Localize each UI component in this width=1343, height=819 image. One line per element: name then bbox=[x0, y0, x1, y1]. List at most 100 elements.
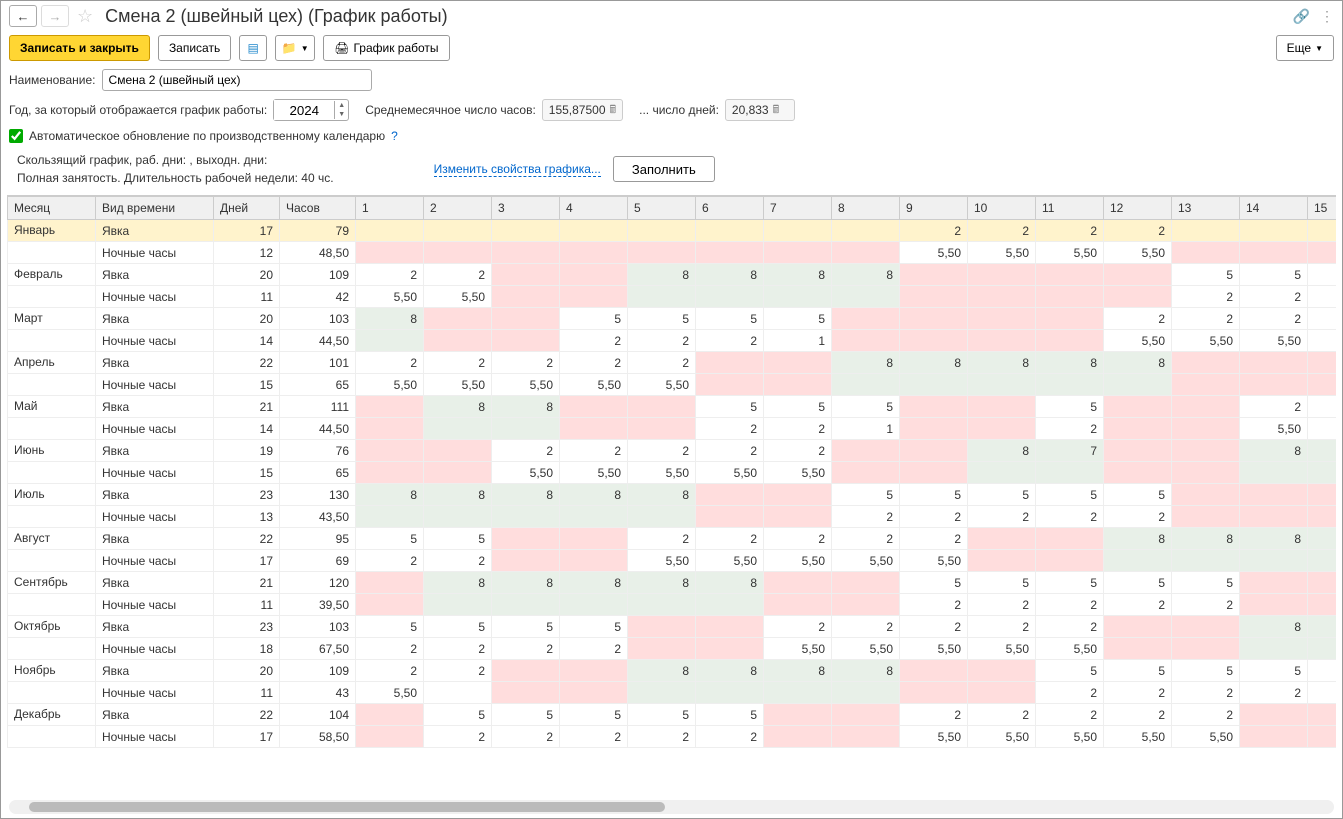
day-cell[interactable] bbox=[832, 374, 900, 396]
day-cell[interactable] bbox=[1240, 484, 1308, 506]
day-cell[interactable]: 5 bbox=[832, 396, 900, 418]
day-cell[interactable] bbox=[696, 616, 764, 638]
day-cell[interactable] bbox=[696, 352, 764, 374]
nav-back-button[interactable]: ← bbox=[9, 5, 37, 27]
day-cell[interactable] bbox=[1308, 352, 1337, 374]
table-row[interactable]: Ночные часы1444,5022125,505,50 bbox=[8, 418, 1337, 440]
day-cell[interactable]: 5,50 bbox=[356, 682, 424, 704]
day-cell[interactable] bbox=[356, 726, 424, 748]
name-input[interactable] bbox=[102, 69, 372, 91]
schedule-table-wrap[interactable]: Месяц Вид времени Дней Часов123456789101… bbox=[7, 195, 1336, 795]
day-cell[interactable]: 8 bbox=[696, 572, 764, 594]
year-input[interactable] bbox=[274, 100, 334, 120]
table-row[interactable]: МайЯвка2111188555522 bbox=[8, 396, 1337, 418]
day-cell[interactable] bbox=[356, 594, 424, 616]
calc-icon[interactable]: 🖩 bbox=[610, 101, 617, 120]
day-cell[interactable] bbox=[832, 682, 900, 704]
col-day-11[interactable]: 11 bbox=[1036, 197, 1104, 220]
day-cell[interactable] bbox=[764, 594, 832, 616]
day-cell[interactable]: 8 bbox=[560, 572, 628, 594]
day-cell[interactable]: 5 bbox=[424, 528, 492, 550]
day-cell[interactable] bbox=[968, 660, 1036, 682]
day-cell[interactable]: 2 bbox=[424, 726, 492, 748]
day-cell[interactable]: 5 bbox=[1036, 660, 1104, 682]
day-cell[interactable]: 2 bbox=[832, 528, 900, 550]
day-cell[interactable]: 8 bbox=[696, 660, 764, 682]
day-cell[interactable] bbox=[1308, 462, 1337, 484]
day-cell[interactable]: 2 bbox=[1308, 396, 1337, 418]
day-cell[interactable] bbox=[968, 330, 1036, 352]
day-cell[interactable] bbox=[560, 506, 628, 528]
day-cell[interactable] bbox=[1104, 550, 1172, 572]
day-cell[interactable] bbox=[492, 594, 560, 616]
day-cell[interactable]: 5,50 bbox=[764, 638, 832, 660]
day-cell[interactable] bbox=[832, 462, 900, 484]
day-cell[interactable]: 5 bbox=[628, 308, 696, 330]
day-cell[interactable] bbox=[764, 484, 832, 506]
table-row[interactable]: МартЯвка20103855552222 bbox=[8, 308, 1337, 330]
day-cell[interactable]: 5,50 bbox=[492, 462, 560, 484]
day-cell[interactable]: 5 bbox=[1036, 572, 1104, 594]
day-cell[interactable] bbox=[560, 594, 628, 616]
day-cell[interactable]: 2 bbox=[1036, 220, 1104, 242]
day-cell[interactable] bbox=[492, 264, 560, 286]
day-cell[interactable] bbox=[356, 462, 424, 484]
day-cell[interactable]: 5 bbox=[1240, 660, 1308, 682]
day-cell[interactable]: 5,50 bbox=[696, 550, 764, 572]
day-cell[interactable]: 5,50 bbox=[1036, 726, 1104, 748]
change-props-link[interactable]: Изменить свойства графика... bbox=[434, 162, 601, 177]
day-cell[interactable] bbox=[424, 462, 492, 484]
day-cell[interactable]: 8 bbox=[832, 264, 900, 286]
day-cell[interactable]: 5,50 bbox=[628, 374, 696, 396]
day-cell[interactable]: 2 bbox=[356, 264, 424, 286]
day-cell[interactable]: 5 bbox=[764, 308, 832, 330]
day-cell[interactable] bbox=[696, 484, 764, 506]
day-cell[interactable]: 5,50 bbox=[968, 638, 1036, 660]
day-cell[interactable]: 8 bbox=[968, 440, 1036, 462]
day-cell[interactable]: 8 bbox=[492, 572, 560, 594]
day-cell[interactable] bbox=[832, 308, 900, 330]
day-cell[interactable]: 2 bbox=[1308, 286, 1337, 308]
day-cell[interactable]: 2 bbox=[356, 638, 424, 660]
day-cell[interactable] bbox=[492, 682, 560, 704]
day-cell[interactable]: 5,50 bbox=[560, 374, 628, 396]
day-cell[interactable]: 8 bbox=[356, 484, 424, 506]
day-cell[interactable] bbox=[492, 220, 560, 242]
day-cell[interactable]: 2 bbox=[356, 660, 424, 682]
day-cell[interactable]: 2 bbox=[628, 352, 696, 374]
day-cell[interactable] bbox=[764, 220, 832, 242]
day-cell[interactable]: 2 bbox=[1104, 308, 1172, 330]
col-day-15[interactable]: 15 bbox=[1308, 197, 1337, 220]
day-cell[interactable]: 2 bbox=[1172, 594, 1240, 616]
day-cell[interactable] bbox=[1240, 220, 1308, 242]
day-cell[interactable] bbox=[1104, 616, 1172, 638]
fill-button[interactable]: Заполнить bbox=[613, 156, 715, 182]
day-cell[interactable] bbox=[424, 682, 492, 704]
day-cell[interactable]: 8 bbox=[696, 264, 764, 286]
day-cell[interactable] bbox=[424, 594, 492, 616]
table-row[interactable]: Ночные часы15655,505,505,505,505,50 bbox=[8, 462, 1337, 484]
day-cell[interactable] bbox=[1172, 374, 1240, 396]
day-cell[interactable]: 7 bbox=[1036, 440, 1104, 462]
day-cell[interactable] bbox=[1240, 550, 1308, 572]
day-cell[interactable] bbox=[492, 506, 560, 528]
day-cell[interactable] bbox=[492, 528, 560, 550]
col-day-8[interactable]: 8 bbox=[832, 197, 900, 220]
day-cell[interactable] bbox=[628, 418, 696, 440]
day-cell[interactable] bbox=[968, 682, 1036, 704]
day-cell[interactable] bbox=[1172, 484, 1240, 506]
day-cell[interactable]: 5 bbox=[1172, 572, 1240, 594]
day-cell[interactable]: 2 bbox=[968, 704, 1036, 726]
day-cell[interactable] bbox=[1240, 726, 1308, 748]
day-cell[interactable] bbox=[1104, 462, 1172, 484]
day-cell[interactable] bbox=[968, 374, 1036, 396]
day-cell[interactable]: 8 bbox=[1240, 616, 1308, 638]
day-cell[interactable]: 5 bbox=[900, 572, 968, 594]
horizontal-scrollbar[interactable] bbox=[9, 800, 1334, 814]
day-cell[interactable] bbox=[1240, 462, 1308, 484]
day-cell[interactable]: 2 bbox=[764, 418, 832, 440]
day-cell[interactable] bbox=[1104, 638, 1172, 660]
day-cell[interactable] bbox=[1036, 264, 1104, 286]
day-cell[interactable]: 5,50 bbox=[1036, 638, 1104, 660]
day-cell[interactable]: 2 bbox=[764, 528, 832, 550]
